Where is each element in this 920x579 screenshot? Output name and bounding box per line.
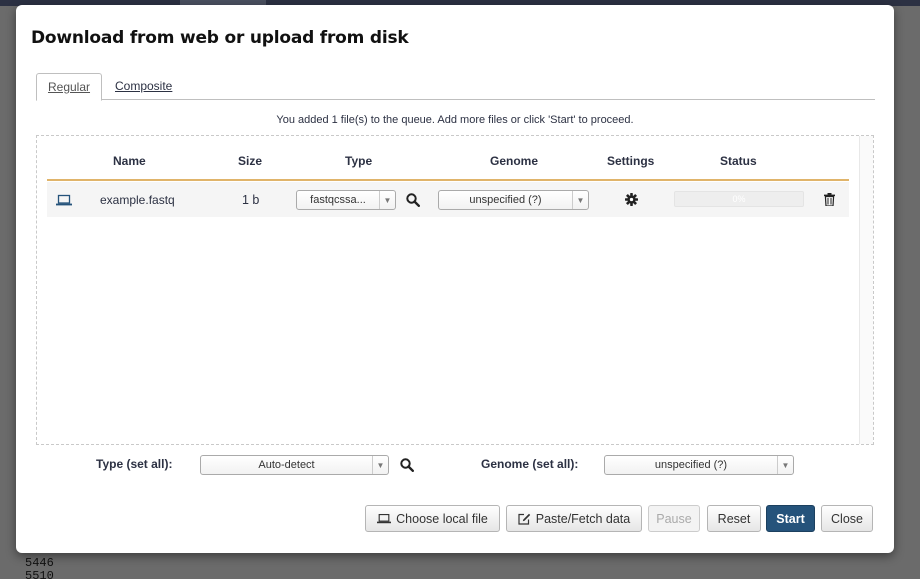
genome-set-all-label: Genome (set all): bbox=[481, 457, 579, 471]
pause-button[interactable]: Pause bbox=[648, 505, 700, 532]
paste-fetch-label: Paste/Fetch data bbox=[535, 511, 631, 526]
chevron-down-icon: ▼ bbox=[777, 456, 793, 474]
gear-icon[interactable] bbox=[625, 182, 638, 217]
queue-scrollbar[interactable] bbox=[859, 136, 873, 444]
type-set-all-select[interactable]: Auto-detect ▼ bbox=[200, 455, 389, 475]
genome-set-all-value: unspecified (?) bbox=[654, 459, 728, 471]
chevron-down-icon: ▼ bbox=[572, 191, 588, 209]
background-line: 5510 bbox=[25, 569, 54, 579]
file-type-value: fastqcssa... bbox=[310, 194, 366, 206]
file-name: example.fastq bbox=[100, 192, 175, 207]
dialog-title: Download from web or upload from disk bbox=[31, 28, 409, 48]
header-name: Name bbox=[113, 154, 146, 168]
laptop-icon bbox=[377, 513, 392, 524]
chevron-down-icon: ▼ bbox=[379, 191, 395, 209]
start-button[interactable]: Start bbox=[766, 505, 815, 532]
paste-fetch-button[interactable]: Paste/Fetch data bbox=[506, 505, 642, 532]
upload-queue-area[interactable]: Name Size Type Genome Settings Status ex… bbox=[36, 135, 874, 445]
header-size: Size bbox=[238, 154, 263, 168]
queue-table-header: Name Size Type Genome Settings Status bbox=[47, 154, 849, 181]
header-status: Status bbox=[720, 154, 757, 168]
header-genome: Genome bbox=[490, 154, 539, 168]
upload-progress-bar: 0% bbox=[674, 191, 804, 207]
header-settings: Settings bbox=[607, 154, 655, 168]
chevron-down-icon: ▼ bbox=[372, 456, 388, 474]
upload-dialog: Download from web or upload from disk Re… bbox=[16, 5, 894, 553]
file-genome-select[interactable]: unspecified (?) ▼ bbox=[438, 190, 589, 210]
edit-icon bbox=[518, 513, 531, 525]
file-size: 1 b bbox=[242, 192, 260, 207]
close-button[interactable]: Close bbox=[821, 505, 873, 532]
table-row: example.fastq 1 b fastqcssa... ▼ unspeci… bbox=[47, 182, 849, 217]
background-text: 5446 5510 bbox=[25, 557, 54, 579]
file-type-select[interactable]: fastqcssa... ▼ bbox=[296, 190, 396, 210]
file-genome-value: unspecified (?) bbox=[469, 194, 542, 206]
tab-composite[interactable]: Composite bbox=[115, 73, 172, 101]
queue-info-text: You added 1 file(s) to the queue. Add mo… bbox=[276, 114, 634, 126]
reset-button[interactable]: Reset bbox=[707, 505, 761, 532]
type-set-all-value: Auto-detect bbox=[258, 459, 315, 471]
search-icon[interactable] bbox=[400, 458, 414, 472]
choose-local-file-label: Choose local file bbox=[396, 511, 488, 526]
header-type: Type bbox=[345, 154, 373, 168]
choose-local-file-button[interactable]: Choose local file bbox=[365, 505, 500, 532]
trash-icon[interactable] bbox=[824, 182, 835, 217]
type-set-all-label: Type (set all): bbox=[96, 457, 173, 471]
tab-bar: Regular Composite bbox=[36, 73, 875, 101]
search-icon[interactable] bbox=[406, 182, 420, 217]
laptop-icon bbox=[56, 182, 72, 217]
genome-set-all-select[interactable]: unspecified (?) ▼ bbox=[604, 455, 794, 475]
tab-regular[interactable]: Regular bbox=[36, 73, 102, 101]
